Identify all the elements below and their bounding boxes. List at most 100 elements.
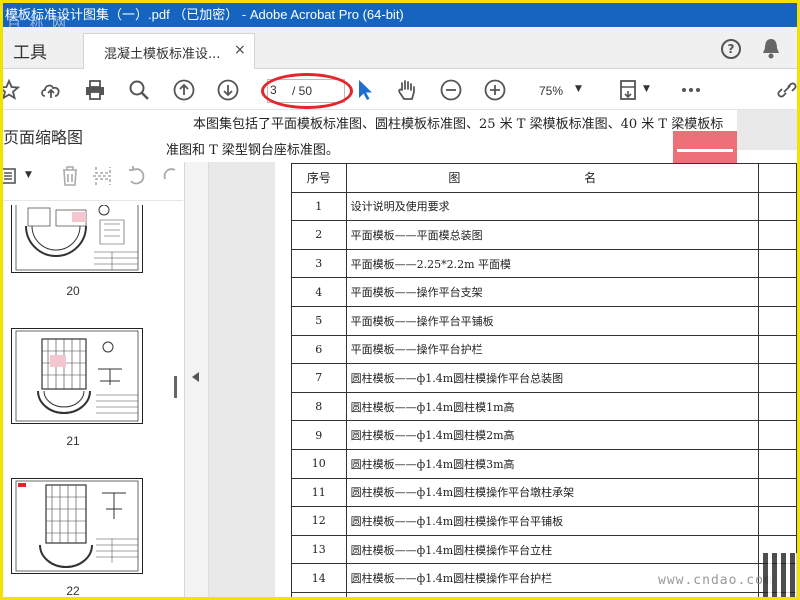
page-thumbnail[interactable] bbox=[11, 328, 143, 424]
row-number: 5 bbox=[291, 305, 347, 336]
table-row: 6 平面模板——操作平台护栏 bbox=[291, 334, 797, 365]
row-extra-cell bbox=[757, 277, 797, 307]
row-extra-cell bbox=[757, 248, 797, 279]
thumbnail-scrollbar-thumb[interactable] bbox=[174, 376, 177, 398]
options-menu-icon[interactable] bbox=[3, 166, 21, 186]
row-drawing-name: 圆柱模板——ф1.4m圆柱模2m高 bbox=[345, 420, 759, 450]
header-number: 序号 bbox=[291, 163, 347, 193]
row-extra-cell bbox=[757, 506, 797, 536]
row-extra-cell bbox=[757, 334, 797, 365]
highlight-annotation bbox=[673, 131, 737, 163]
row-extra-cell bbox=[757, 220, 797, 250]
page-fit-dropdown-icon[interactable]: ▼ bbox=[643, 84, 650, 94]
acrobat-window: 模板标准设计图集（一）.pdf （已加密） - Adobe Acrobat Pr… bbox=[3, 3, 797, 597]
row-drawing-name: 设计说明及使用要求 bbox=[345, 191, 759, 222]
table-row: 1 设计说明及使用要求 bbox=[291, 191, 797, 222]
row-number: 2 bbox=[291, 220, 347, 250]
page-thumbnail[interactable] bbox=[11, 478, 143, 574]
hand-tool-icon[interactable] bbox=[395, 78, 419, 102]
row-number: 12 bbox=[291, 506, 347, 536]
table-row: 2 平面模板——平面模总装图 bbox=[291, 220, 797, 250]
close-tab-icon[interactable]: × bbox=[234, 42, 246, 58]
row-drawing-name: 圆柱模板——ф1.4m圆柱模1m高 bbox=[345, 391, 759, 422]
rotate-cw-icon[interactable] bbox=[159, 164, 183, 188]
cloud-upload-icon[interactable] bbox=[39, 78, 63, 102]
zoom-level[interactable]: 75% bbox=[539, 84, 563, 98]
bell-icon[interactable] bbox=[761, 37, 781, 59]
table-row: 10 圆柱模板——ф1.4m圆柱模3m高 bbox=[291, 448, 797, 479]
row-number: 9 bbox=[291, 420, 347, 450]
intro-text-overlay: 本图集包括了平面模板标准图、圆柱模板标准图、25 米 T 梁模板标准图、40 米… bbox=[153, 110, 737, 162]
row-number: 11 bbox=[291, 477, 347, 508]
table-row: 13 圆柱模板——ф1.4m圆柱模操作平台立柱 bbox=[291, 534, 797, 565]
row-drawing-name: 圆柱模板——ф1.4m圆柱模操作平台墩柱承架 bbox=[345, 477, 759, 508]
print-icon[interactable] bbox=[83, 78, 107, 102]
highlight-annotation-line bbox=[677, 149, 733, 152]
previous-page-icon[interactable] bbox=[172, 78, 196, 102]
share-link-icon[interactable] bbox=[775, 78, 797, 102]
row-extra-cell bbox=[757, 391, 797, 422]
row-drawing-name: 圆柱模板——ф1.4m圆柱模操作平台总装图 bbox=[345, 363, 759, 393]
row-drawing-name: 平面模板——平面模总装图 bbox=[345, 220, 759, 250]
page-fit-icon[interactable] bbox=[617, 78, 641, 102]
annotation-ellipse bbox=[261, 73, 353, 109]
extract-page-icon[interactable] bbox=[91, 164, 115, 188]
table-row: 9 圆柱模板——ф1.4m圆柱模2m高 bbox=[291, 420, 797, 450]
rotate-ccw-icon[interactable] bbox=[125, 164, 149, 188]
row-drawing-name: 平面模板——操作平台护栏 bbox=[345, 334, 759, 365]
row-drawing-name: 圆柱模板——ф1.4m圆柱模操作平台平铺板 bbox=[345, 506, 759, 536]
header-extra bbox=[757, 163, 797, 193]
table-row: 11 圆柱模板——ф1.4m圆柱模操作平台墩柱承架 bbox=[291, 477, 797, 508]
row-number: 1 bbox=[291, 191, 347, 222]
thumbnail-drawing-image bbox=[15, 205, 139, 271]
row-extra-cell bbox=[757, 420, 797, 450]
table-row: 4 平面模板——操作平台支架 bbox=[291, 277, 797, 307]
row-drawing-name: 平面模板——操作平台支架 bbox=[345, 277, 759, 307]
tab-document-label: 混凝土模板标准设... bbox=[104, 47, 221, 62]
row-number: 15 bbox=[291, 591, 347, 597]
help-icon[interactable]: ? bbox=[721, 39, 741, 59]
row-extra-cell bbox=[757, 191, 797, 222]
options-dropdown-icon[interactable]: ▼ bbox=[25, 170, 32, 180]
watermark-bottom-right: www.cndao.com bbox=[658, 573, 773, 588]
row-number: 10 bbox=[291, 448, 347, 479]
thumbnails-pane: 页面缩略图 ▼ 20 21 22 bbox=[3, 110, 185, 597]
thumbnails-toolbar: ▼ bbox=[3, 160, 183, 192]
row-extra-cell bbox=[757, 363, 797, 393]
main-toolbar: / 50 75% ▼ ▼ bbox=[3, 70, 797, 110]
select-cursor-icon[interactable] bbox=[353, 78, 377, 102]
pane-divider bbox=[3, 200, 183, 201]
zoom-search-icon[interactable] bbox=[127, 78, 151, 102]
zoom-in-icon[interactable] bbox=[483, 78, 507, 102]
tab-document[interactable]: 混凝土模板标准设... × bbox=[83, 33, 255, 69]
thumbnail-page-number: 21 bbox=[66, 434, 80, 448]
intro-line-2: 准图和 T 梁型钢台座标准图。 bbox=[166, 143, 339, 158]
row-number: 3 bbox=[291, 248, 347, 279]
thumbnail-drawing-image bbox=[15, 480, 139, 572]
more-tools-icon[interactable] bbox=[679, 78, 703, 102]
table-row: 8 圆柱模板——ф1.4m圆柱模1m高 bbox=[291, 391, 797, 422]
row-number: 14 bbox=[291, 563, 347, 593]
tab-tools[interactable]: 工具 bbox=[13, 38, 47, 63]
thumbnail-list[interactable]: 20 21 22 bbox=[3, 205, 185, 597]
pane-collapse-strip[interactable] bbox=[185, 110, 209, 597]
header-name: 图 名 bbox=[345, 163, 759, 193]
table-row: 15圆柱模板——ф1.4m圆柱模操作平台走道板 bbox=[291, 591, 797, 597]
delete-page-icon[interactable] bbox=[59, 164, 81, 188]
next-page-icon[interactable] bbox=[216, 78, 240, 102]
row-number: 6 bbox=[291, 334, 347, 365]
zoom-out-icon[interactable] bbox=[439, 78, 463, 102]
thumbnails-pane-title: 页面缩略图 bbox=[3, 128, 84, 147]
page-thumbnail[interactable] bbox=[11, 205, 143, 273]
row-number: 8 bbox=[291, 391, 347, 422]
drawing-index-table: 序号 图 名 1 设计说明及使用要求 2 平面模板——平面模总装图 3 平面模板——2.2… bbox=[291, 163, 797, 597]
star-icon[interactable] bbox=[3, 78, 21, 102]
qr-code-image bbox=[763, 553, 797, 597]
row-drawing-name: 圆柱模板——ф1.4m圆柱模操作平台走道板 bbox=[345, 591, 759, 597]
table-row: 7 圆柱模板——ф1.4m圆柱模操作平台总装图 bbox=[291, 363, 797, 393]
thumbnail-page-number: 20 bbox=[66, 284, 80, 298]
collapse-left-icon[interactable] bbox=[192, 372, 199, 382]
row-extra-cell bbox=[757, 305, 797, 336]
zoom-dropdown-icon[interactable]: ▼ bbox=[575, 84, 582, 94]
row-extra-cell bbox=[757, 448, 797, 479]
